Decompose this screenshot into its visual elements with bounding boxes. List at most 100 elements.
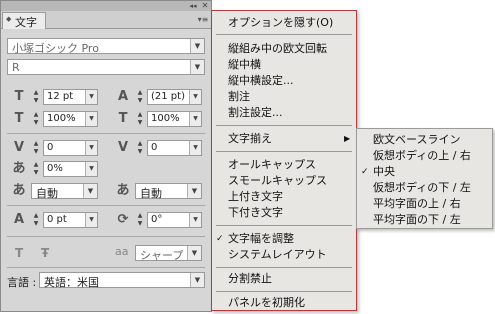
leading-icon: A: [117, 89, 129, 104]
menu-item-system-layout[interactable]: システムレイアウト: [212, 248, 356, 262]
submenu-item-label: 平均字面の下 / 左: [373, 213, 461, 226]
menu-item-tatechuyoko[interactable]: 縦中横: [212, 58, 356, 72]
panel-options-menu: オプションを隠す(O) 縦組み中の欧文回転 縦中横 縦中横設定... 割注 割注…: [211, 10, 357, 311]
submenu-item-label: 欧文ベースライン: [373, 133, 461, 146]
checkmark-icon: ✓: [361, 167, 369, 177]
menu-item-no-break[interactable]: 分割禁止: [212, 272, 356, 286]
font-size-stepper[interactable]: ▲ ▼: [31, 89, 41, 105]
chevron-down-icon: ▼: [189, 141, 201, 155]
tracking-value: 0: [151, 142, 158, 153]
submenu-item-roman-baseline[interactable]: 欧文ベースライン: [357, 133, 492, 147]
leading-field[interactable]: (21 pt) ▼: [147, 89, 202, 105]
panel-menu-icon[interactable]: ▾≡: [197, 15, 209, 25]
submenu-item-center[interactable]: ✓ 中央: [357, 165, 492, 179]
menu-item-label: パネルを初期化: [228, 296, 305, 309]
tracking-icon: V: [117, 140, 129, 155]
checkmark-icon: ✓: [216, 234, 224, 244]
submenu-item-em-box-top-right[interactable]: 仮想ボディの上 / 右: [357, 149, 492, 163]
collapse-panel-icon[interactable]: ◂◂: [188, 1, 198, 11]
menu-item-warichu[interactable]: 割注: [212, 90, 356, 104]
character-alignment-submenu: 欧文ベースライン 仮想ボディの上 / 右 ✓ 中央 仮想ボディの下 / 左 平均…: [356, 128, 493, 229]
rotation-field[interactable]: 0° ▼: [147, 212, 202, 228]
font-family-dropdown[interactable]: 小塚ゴシック Pro ▼: [7, 38, 205, 55]
font-style-dropdown[interactable]: R ▼: [7, 59, 205, 75]
menu-item-label: システムレイアウト: [228, 248, 327, 261]
baseline-shift-stepper[interactable]: ▲ ▼: [31, 212, 41, 228]
panel-divider: [7, 205, 205, 206]
menu-item-label: スモールキャップス: [228, 174, 327, 187]
tsume-stepper[interactable]: ▲ ▼: [31, 161, 41, 177]
antialias-icon: aa: [115, 245, 129, 258]
horizontal-scale-value: 100%: [151, 113, 180, 124]
submenu-item-icf-top-right[interactable]: 平均字面の上 / 右: [357, 197, 492, 211]
submenu-item-em-box-bottom-left[interactable]: 仮想ボディの下 / 左: [357, 181, 492, 195]
baseline-shift-icon: A: [13, 212, 25, 227]
horizontal-scale-field[interactable]: 100% ▼: [147, 111, 202, 127]
menu-separator: [216, 151, 352, 152]
font-family-value: 小塚ゴシック Pro: [12, 42, 99, 55]
aki-right-dropdown[interactable]: 自動 ▼: [135, 183, 202, 200]
vertical-scale-field[interactable]: 100% ▼: [43, 111, 98, 127]
menu-separator: [216, 291, 352, 292]
kerning-value: 0: [47, 142, 54, 153]
rotation-value: 0°: [151, 214, 163, 225]
leading-stepper[interactable]: ▲ ▼: [135, 89, 145, 105]
menu-separator: [216, 34, 352, 35]
kerning-field[interactable]: 0 ▼: [43, 140, 98, 156]
antialias-dropdown[interactable]: シャープ ▼: [135, 245, 202, 262]
chevron-down-icon: ▼: [189, 213, 201, 227]
font-size-field[interactable]: 12 pt ▼: [43, 89, 98, 105]
tsume-icon: あ: [12, 161, 26, 176]
vertical-scale-stepper[interactable]: ▲ ▼: [31, 111, 41, 127]
menu-item-label: オプションを隠す(O): [228, 16, 334, 29]
submenu-item-icf-bottom-left[interactable]: 平均字面の下 / 左: [357, 213, 492, 227]
menu-item-warichu-settings[interactable]: 割注設定...: [212, 106, 356, 120]
panel-divider: [7, 267, 205, 268]
menu-item-tatechuyoko-settings[interactable]: 縦中横設定...: [212, 74, 356, 88]
kerning-stepper[interactable]: ▲ ▼: [31, 140, 41, 156]
tracking-field[interactable]: 0 ▼: [147, 140, 202, 156]
baseline-shift-field[interactable]: 0 pt ▼: [43, 212, 98, 228]
chevron-down-icon: ▼: [85, 213, 97, 227]
menu-item-all-caps[interactable]: オールキャップス: [212, 158, 356, 172]
close-panel-icon[interactable]: ✕: [200, 1, 210, 11]
submenu-item-label: 仮想ボディの下 / 左: [373, 181, 471, 194]
aki-right-value: 自動: [140, 187, 162, 200]
menu-item-reset-panel[interactable]: パネルを初期化: [212, 296, 356, 310]
vertical-scale-value: 100%: [47, 113, 76, 124]
menu-item-small-caps[interactable]: スモールキャップス: [212, 174, 356, 188]
chevron-down-icon: ▼: [85, 112, 97, 126]
chevron-down-icon: ▼: [190, 273, 204, 287]
menu-item-tatechuyoko-rotate[interactable]: 縦組み中の欧文回転: [212, 42, 356, 56]
tracking-stepper[interactable]: ▲ ▼: [135, 140, 145, 156]
rotation-icon: ⟳: [117, 212, 129, 227]
strikethrough-icon[interactable]: Ŧ: [41, 246, 49, 260]
menu-item-label: 割注: [228, 90, 250, 103]
aki-right-icon: あ: [116, 183, 130, 198]
menu-item-label: 縦組み中の欧文回転: [228, 42, 327, 55]
menu-item-superscript[interactable]: 上付き文字: [212, 190, 356, 204]
menu-item-hide-options[interactable]: オプションを隠す(O): [212, 16, 356, 30]
panel-header: ◆ 文字 ▾≡: [1, 11, 211, 29]
menu-item-character-alignment[interactable]: 文字揃え ▶: [212, 132, 356, 146]
tab-character[interactable]: ◆ 文字: [2, 12, 46, 29]
tsume-field[interactable]: 0% ▼: [43, 161, 98, 177]
character-panel: ◂◂ ✕ ◆ 文字 ▾≡ 小塚ゴシック Pro ▼ R ▼ T ▲ ▼ 12 pt…: [0, 0, 212, 312]
menu-separator: [216, 125, 352, 126]
menu-item-subscript[interactable]: 下付き文字: [212, 206, 356, 220]
chevron-down-icon: ▼: [85, 90, 97, 104]
aki-left-value: 自動: [36, 187, 58, 200]
submenu-item-label: 中央: [373, 165, 395, 178]
chevron-down-icon: ▼: [83, 184, 97, 198]
kerning-icon: V: [13, 140, 25, 155]
chevron-down-icon: ▼: [187, 246, 201, 260]
underline-icon[interactable]: T: [15, 246, 23, 260]
panel-divider: [7, 236, 205, 237]
vertical-scale-icon: T: [14, 111, 24, 126]
rotation-stepper[interactable]: ▲ ▼: [135, 212, 145, 228]
font-style-value: R: [12, 61, 20, 74]
language-dropdown[interactable]: 英語：米国 ▼: [39, 272, 205, 289]
aki-left-dropdown[interactable]: 自動 ▼: [31, 183, 98, 200]
horizontal-scale-stepper[interactable]: ▲ ▼: [135, 111, 145, 127]
menu-item-adjust-character-width[interactable]: ✓ 文字幅を調整: [212, 232, 356, 246]
